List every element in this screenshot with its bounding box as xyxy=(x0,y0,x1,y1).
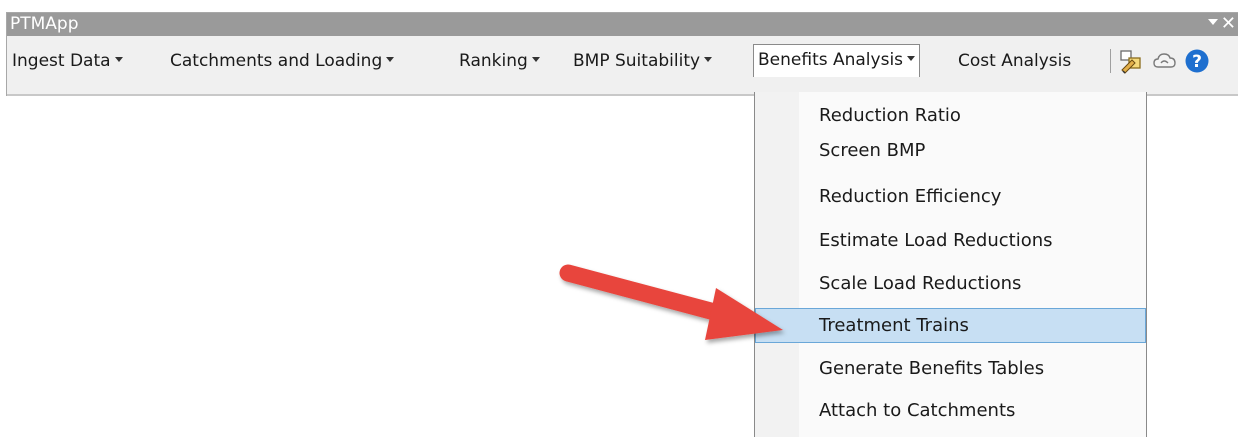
edit-tools-icon[interactable] xyxy=(1118,48,1144,74)
menu-catchments-and-loading[interactable]: Catchments and Loading xyxy=(170,46,395,76)
help-icon[interactable]: ? xyxy=(1184,48,1210,74)
menu-label: Cost Analysis xyxy=(958,51,1072,71)
menu-label: Ingest Data xyxy=(12,51,111,71)
dropdown-item-reduction-efficiency[interactable]: Reduction Efficiency xyxy=(755,179,1146,214)
window-titlebar: PTMApp ✕ xyxy=(7,13,1238,36)
dropdown-item-generate-benefits-tables[interactable]: Generate Benefits Tables xyxy=(755,351,1146,386)
benefits-analysis-dropdown: Reduction Ratio Screen BMP Reduction Eff… xyxy=(754,92,1147,437)
ptmapp-toolbar: Ingest Data Catchments and Loading Ranki… xyxy=(7,36,1238,94)
window-title: PTMApp xyxy=(10,14,79,34)
menu-bmp-suitability[interactable]: BMP Suitability xyxy=(573,46,713,76)
red-arrow-icon xyxy=(559,264,783,340)
menu-benefits-analysis[interactable]: Benefits Analysis xyxy=(753,44,921,77)
chevron-down-icon xyxy=(114,56,123,62)
window-options-icon[interactable] xyxy=(1208,19,1218,25)
menu-label: BMP Suitability xyxy=(573,51,701,71)
svg-text:?: ? xyxy=(1192,52,1202,72)
dropdown-item-estimate-load-reductions[interactable]: Estimate Load Reductions xyxy=(755,223,1146,258)
menu-label: Catchments and Loading xyxy=(170,51,383,71)
dropdown-item-label: Attach to Catchments xyxy=(819,400,1016,421)
dropdown-item-treatment-trains[interactable]: Treatment Trains xyxy=(755,308,1146,343)
menu-label: Ranking xyxy=(459,51,528,71)
chevron-down-icon xyxy=(386,56,395,62)
menu-label: Benefits Analysis xyxy=(758,50,904,70)
dropdown-item-label: Screen BMP xyxy=(819,140,926,161)
menu-cost-analysis[interactable]: Cost Analysis xyxy=(958,46,1071,76)
chevron-down-icon xyxy=(907,55,916,61)
dropdown-item-label: Estimate Load Reductions xyxy=(819,230,1053,251)
dropdown-item-screen-bmp[interactable]: Screen BMP xyxy=(755,133,1146,168)
dropdown-item-label: Treatment Trains xyxy=(819,315,969,336)
chevron-down-icon xyxy=(531,56,540,62)
cloud-icon[interactable] xyxy=(1152,48,1178,74)
close-icon[interactable]: ✕ xyxy=(1221,13,1236,35)
chevron-down-icon xyxy=(704,56,713,62)
toolbar-separator xyxy=(1110,49,1111,73)
dropdown-item-label: Scale Load Reductions xyxy=(819,273,1022,294)
dropdown-item-attach-to-catchments[interactable]: Attach to Catchments xyxy=(755,393,1146,428)
dropdown-item-label: Generate Benefits Tables xyxy=(819,358,1045,379)
dropdown-item-label: Reduction Efficiency xyxy=(819,186,1002,207)
dropdown-item-label: Reduction Ratio xyxy=(819,105,961,126)
menu-ranking[interactable]: Ranking xyxy=(459,46,540,76)
dropdown-item-reduction-ratio[interactable]: Reduction Ratio xyxy=(755,98,1146,133)
dropdown-item-scale-load-reductions[interactable]: Scale Load Reductions xyxy=(755,266,1146,301)
menu-ingest-data[interactable]: Ingest Data xyxy=(12,46,123,76)
